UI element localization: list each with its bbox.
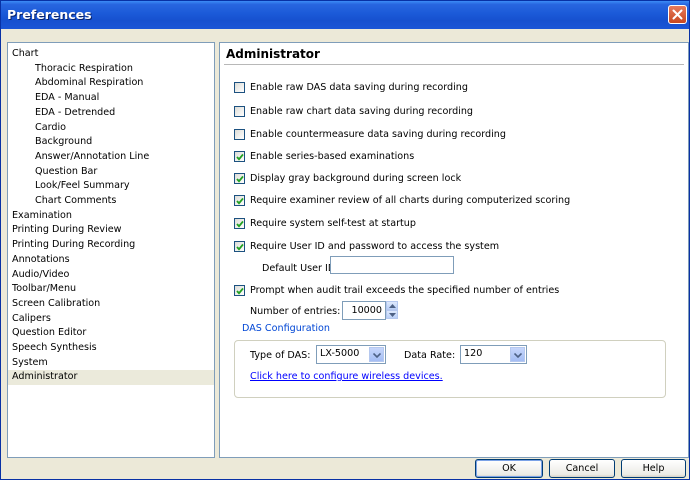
option-row[interactable]: Display gray background during screen lo… [234,171,461,185]
close-icon [672,9,683,20]
option-checkbox[interactable] [234,240,245,252]
sidebar-item-toolbar-menu[interactable]: Toolbar/Menu [8,282,214,297]
sidebar-item-screen-calibration[interactable]: Screen Calibration [8,297,214,312]
ok-button[interactable]: OK [475,459,543,478]
option-checkbox[interactable] [234,194,245,206]
option-label: Require User ID and password to access t… [250,240,500,252]
sidebar-item-look-feel-summary[interactable]: Look/Feel Summary [8,179,214,194]
number-of-entries-spinner [386,301,398,319]
help-button[interactable]: Help [621,459,686,478]
cancel-button[interactable]: Cancel [549,459,615,478]
checkmark-icon [236,220,244,228]
option-row[interactable]: Require system self-test at startup [234,216,416,230]
sidebar-item-abdominal-respiration[interactable]: Abdominal Respiration [8,76,214,91]
checkmark-icon [236,243,244,251]
number-of-entries-label: Number of entries: [250,306,341,317]
sidebar-item-examination[interactable]: Examination [8,209,214,224]
spin-down-button[interactable] [386,310,398,319]
sidebar-item-audio-video[interactable]: Audio/Video [8,268,214,283]
data-rate-select[interactable]: 120 [460,345,527,364]
option-row[interactable]: Require User ID and password to access t… [234,239,499,253]
das-configuration-label: DAS Configuration [240,323,332,334]
sidebar-item-cardio[interactable]: Cardio [8,121,214,136]
preferences-dialog: Preferences Chart Thoracic Respiration Abd… [0,0,690,480]
window-title: Preferences [7,7,92,22]
sidebar-item-administrator[interactable]: Administrator [8,370,214,386]
option-label: Enable series-based examinations [250,150,415,162]
option-label: Require system self-test at startup [250,217,416,229]
sidebar-item-question-bar[interactable]: Question Bar [8,165,214,180]
title-divider [224,64,684,65]
data-rate-value: 120 [464,348,483,359]
sidebar-item-printing-during-review[interactable]: Printing During Review [8,223,214,238]
chevron-down-icon [389,313,396,317]
option-row[interactable]: Enable countermeasure data saving during… [234,127,506,141]
option-checkbox[interactable] [234,172,245,184]
data-rate-label: Data Rate: [404,350,456,361]
option-checkbox[interactable] [234,150,245,162]
category-list: Chart Thoracic Respiration Abdominal Respi… [8,43,214,386]
sidebar-item-thoracic-respiration[interactable]: Thoracic Respiration [8,62,214,77]
panel-title: Administrator [226,47,320,61]
settings-panel: Administrator Enable raw DAS data saving… [219,42,689,458]
chevron-down-icon [373,353,381,358]
option-label: Enable raw chart data saving during reco… [250,105,474,117]
sidebar-item-eda-manual[interactable]: EDA - Manual [8,91,214,106]
default-user-id-input[interactable] [330,256,454,274]
option-row[interactable]: Enable raw DAS data saving during record… [234,80,468,94]
checkmark-icon [236,153,244,161]
checkmark-icon [236,287,244,295]
option-checkbox[interactable] [234,284,245,296]
option-row[interactable]: Enable raw chart data saving during reco… [234,104,473,118]
das-type-label: Type of DAS: [250,350,311,361]
sidebar-item-system[interactable]: System [8,356,214,371]
sidebar-item-question-editor[interactable]: Question Editor [8,326,214,341]
category-tree[interactable]: Chart Thoracic Respiration Abdominal Respi… [7,42,215,458]
das-type-value: LX-5000 [320,348,360,359]
option-row[interactable]: Prompt when audit trail exceeds the spec… [234,283,559,297]
checkmark-icon [236,197,244,205]
sidebar-item-background[interactable]: Background [8,135,214,150]
chevron-up-icon [389,304,396,308]
configure-wireless-link[interactable]: Click here to configure wireless devices… [250,371,443,382]
option-checkbox[interactable] [234,128,245,140]
sidebar-item-printing-during-recording[interactable]: Printing During Recording [8,238,214,253]
sidebar-item-answer-annotation-line[interactable]: Answer/Annotation Line [8,150,214,165]
option-label: Prompt when audit trail exceeds the spec… [250,284,560,296]
close-button[interactable] [668,5,687,24]
sidebar-item-annotations[interactable]: Annotations [8,253,214,268]
chevron-down-icon [514,353,522,358]
spin-up-button[interactable] [386,301,398,310]
sidebar-item-calipers[interactable]: Calipers [8,312,214,327]
default-user-id-label: Default User ID: [262,263,339,274]
option-label: Enable countermeasure data saving during… [250,128,506,140]
option-checkbox[interactable] [234,217,245,229]
option-label: Enable raw DAS data saving during record… [250,81,468,93]
sidebar-item-eda-detrended[interactable]: EDA - Detrended [8,106,214,121]
option-label: Display gray background during screen lo… [250,172,462,184]
title-bar[interactable]: Preferences [1,1,689,29]
option-row[interactable]: Require examiner review of all charts du… [234,193,570,207]
option-checkbox[interactable] [234,81,245,93]
option-label: Require examiner review of all charts du… [250,194,571,206]
das-configuration-group [234,340,666,398]
option-row[interactable]: Enable series-based examinations [234,149,414,163]
sidebar-item-chart[interactable]: Chart [8,47,214,62]
option-checkbox[interactable] [234,105,245,117]
checkmark-icon [236,175,244,183]
sidebar-item-speech-synthesis[interactable]: Speech Synthesis [8,341,214,356]
sidebar-item-chart-comments[interactable]: Chart Comments [8,194,214,209]
das-type-select[interactable]: LX-5000 [316,345,386,364]
number-of-entries-input[interactable]: 10000 [342,301,386,320]
